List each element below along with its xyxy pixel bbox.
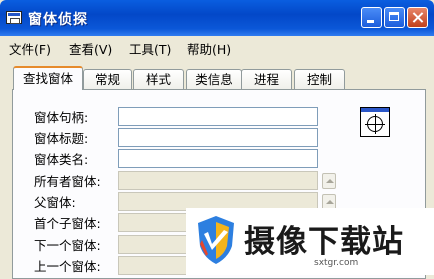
tab-style[interactable]: 样式 [133,69,184,89]
tab-control[interactable]: 控制 [294,69,345,89]
shield-logo-icon [198,216,234,264]
menu-tools[interactable]: 工具(T) [129,39,171,58]
label-next-window: 下一个窗体: [34,238,101,253]
window-title-field[interactable] [118,128,318,147]
menu-help[interactable]: 帮助(H) [187,39,231,58]
owner-window-field[interactable] [118,171,318,190]
crosshair-target-icon [365,114,385,134]
title-bar[interactable]: 窗体侦探 [0,0,434,36]
watermark-url: sxtgr.com [314,258,359,268]
window-handle-field[interactable] [118,107,318,126]
menu-file[interactable]: 文件(F) [9,39,51,58]
label-window-class: 窗体类名: [34,152,89,167]
menu-bar: 文件(F) 查看(V) 工具(T) 帮助(H) [0,36,434,58]
minimize-button[interactable] [361,7,382,28]
goto-owner-up-arrow-icon[interactable] [322,173,336,189]
tab-find-window[interactable]: 查找窗体 [13,66,83,90]
watermark-title: 摄像下载站 [244,224,404,260]
tab-general[interactable]: 常规 [83,69,132,89]
window-title: 窗体侦探 [28,12,88,28]
finder-titlebar [361,108,389,112]
tab-process[interactable]: 进程 [241,69,292,89]
label-window-handle: 窗体句柄: [34,110,89,125]
window-finder-tool[interactable] [360,107,390,137]
label-prev-window: 上一个窗体: [34,259,101,274]
label-window-title: 窗体标题: [34,131,89,146]
window-class-field[interactable] [118,149,318,168]
maximize-button[interactable] [384,7,405,28]
menu-view[interactable]: 查看(V) [69,39,112,58]
label-owner-window: 所有者窗体: [34,174,101,189]
close-button[interactable] [407,7,428,28]
label-parent-window: 父窗体: [34,195,76,210]
tab-class-info[interactable]: 类信息 [186,69,242,89]
watermark: 摄像下载站 sxtgr.com [186,208,434,275]
label-first-child: 首个子窗体: [34,216,101,231]
window-app-icon[interactable] [6,11,22,24]
